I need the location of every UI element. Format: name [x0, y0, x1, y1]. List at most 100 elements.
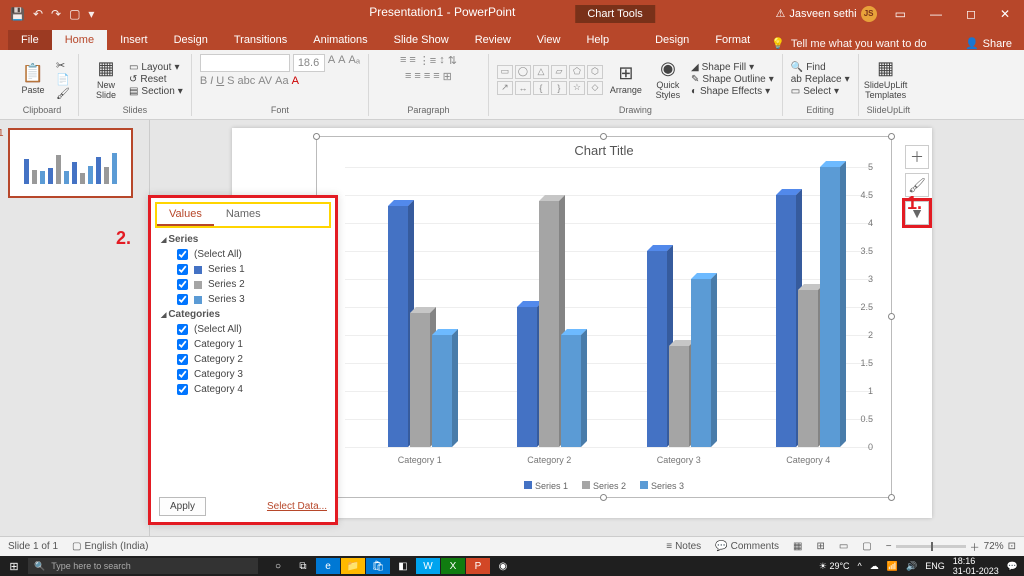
- replace-button[interactable]: ab Replace ▾: [791, 74, 850, 85]
- tab-transitions[interactable]: Transitions: [221, 30, 300, 50]
- filter-tab-values[interactable]: Values: [157, 204, 214, 226]
- group-paragraph-label: Paragraph: [377, 105, 480, 116]
- slide-thumbnails-panel[interactable]: 1: [0, 120, 150, 536]
- user-account[interactable]: ⚠ Jasveen sethi JS: [775, 6, 876, 22]
- tray-wifi[interactable]: 📶: [887, 561, 898, 572]
- task-view[interactable]: ⧉: [291, 558, 315, 574]
- start-slideshow-icon[interactable]: ▢: [69, 7, 80, 21]
- tab-review[interactable]: Review: [462, 30, 524, 50]
- tab-view[interactable]: View: [524, 30, 574, 50]
- tray-chevron[interactable]: ^: [858, 561, 862, 571]
- shapes-gallery[interactable]: ▭◯△▱⬠⬡↗↔{}☆◇: [497, 65, 603, 95]
- slideuplift-button[interactable]: ▦SlideUpLift Templates: [867, 58, 905, 101]
- task-excel[interactable]: X: [441, 558, 465, 574]
- tab-slideshow[interactable]: Slide Show: [381, 30, 462, 50]
- zoom-control[interactable]: − ＋ 72% ⊡: [886, 539, 1016, 554]
- arrange-button[interactable]: ⊞Arrange: [607, 63, 645, 96]
- share-button[interactable]: 👤 Share: [965, 37, 1012, 50]
- quick-styles-button[interactable]: ◉Quick Styles: [649, 58, 687, 101]
- shape-effects-button[interactable]: ◐ Shape Effects ▾: [691, 86, 774, 97]
- task-chrome[interactable]: ◉: [491, 558, 515, 574]
- filter-cat-2[interactable]: Category 2: [151, 352, 335, 367]
- copy-icon[interactable]: 📄: [56, 73, 70, 86]
- filter-select-data-link[interactable]: Select Data...: [267, 501, 327, 512]
- view-reading-icon[interactable]: ▭: [839, 541, 848, 552]
- filter-cat-selectall[interactable]: (Select All): [151, 322, 335, 337]
- tray-sound[interactable]: 🔊: [906, 561, 917, 572]
- chart-plot-area: 00.511.522.533.544.55Category 1Category …: [345, 167, 873, 447]
- tab-file[interactable]: File: [8, 30, 52, 50]
- tab-help[interactable]: Help: [573, 30, 622, 50]
- new-slide-button[interactable]: ▦New Slide: [87, 58, 125, 101]
- format-painter-icon[interactable]: 🖌: [56, 87, 70, 100]
- filter-series-header: Series: [151, 232, 335, 247]
- ribbon-display-icon[interactable]: ▭: [889, 5, 912, 23]
- task-cortana[interactable]: ○: [266, 558, 290, 574]
- qat-dropdown-icon[interactable]: ▾: [88, 7, 94, 21]
- tray-onedrive[interactable]: ☁: [870, 561, 879, 572]
- maximize-icon[interactable]: ◻: [960, 5, 982, 23]
- chart-title[interactable]: Chart Title: [317, 137, 891, 158]
- tab-home[interactable]: Home: [52, 30, 107, 50]
- filter-tab-names[interactable]: Names: [214, 204, 273, 226]
- notes-button[interactable]: ≡ Notes: [666, 541, 701, 552]
- task-app[interactable]: ◧: [391, 558, 415, 574]
- chart-object[interactable]: Chart Title 00.511.522.533.544.55Categor…: [316, 136, 892, 498]
- filter-cat-3[interactable]: Category 3: [151, 367, 335, 382]
- layout-button[interactable]: ▭ Layout ▾: [129, 62, 183, 73]
- filter-categories-header: Categories: [151, 307, 335, 322]
- group-drawing-label: Drawing: [497, 105, 774, 116]
- tab-chart-format[interactable]: Format: [702, 30, 763, 50]
- save-icon[interactable]: 💾: [10, 7, 25, 21]
- filter-cat-1[interactable]: Category 1: [151, 337, 335, 352]
- view-normal-icon[interactable]: ▦: [793, 541, 802, 552]
- paste-button[interactable]: 📋Paste: [14, 63, 52, 96]
- tray-lang[interactable]: ENG: [925, 561, 945, 571]
- task-edge[interactable]: e: [316, 558, 340, 574]
- comments-button[interactable]: 💬 Comments: [715, 541, 779, 552]
- group-editing-label: Editing: [791, 105, 850, 116]
- find-button[interactable]: 🔍 Find: [791, 62, 850, 73]
- filter-cat-4[interactable]: Category 4: [151, 382, 335, 397]
- tell-me-search[interactable]: 💡 Tell me what you want to do: [771, 37, 926, 50]
- filter-series-3[interactable]: Series 3: [151, 292, 335, 307]
- task-store[interactable]: 🛍: [366, 558, 390, 574]
- task-word[interactable]: W: [416, 558, 440, 574]
- filter-series-selectall[interactable]: (Select All): [151, 247, 335, 262]
- filter-apply-button[interactable]: Apply: [159, 497, 206, 516]
- start-button[interactable]: ⊞: [0, 560, 28, 573]
- tab-animations[interactable]: Animations: [300, 30, 380, 50]
- status-bar: Slide 1 of 1 ▢ English (India) ≡ Notes 💬…: [0, 536, 1024, 556]
- task-powerpoint[interactable]: P: [466, 558, 490, 574]
- select-button[interactable]: ▭ Select ▾: [791, 86, 850, 97]
- redo-icon[interactable]: ↷: [51, 7, 61, 21]
- annotation-1: 1.: [907, 193, 922, 214]
- section-button[interactable]: ▤ Section ▾: [129, 86, 183, 97]
- windows-taskbar: ⊞ 🔍 Type here to search ○ ⧉ e 📁 🛍 ◧ W X …: [0, 556, 1024, 576]
- task-explorer[interactable]: 📁: [341, 558, 365, 574]
- view-sorter-icon[interactable]: ⊞: [816, 541, 824, 552]
- tray-clock[interactable]: 18:1631-01-2023: [953, 556, 999, 576]
- tray-notifications[interactable]: 💬: [1007, 561, 1018, 572]
- filter-series-2[interactable]: Series 2: [151, 277, 335, 292]
- chart-legend: Series 1Series 2Series 3: [317, 481, 891, 491]
- weather-widget[interactable]: ☀ 29°C: [819, 561, 850, 572]
- close-icon[interactable]: ✕: [994, 5, 1016, 23]
- tab-design[interactable]: Design: [161, 30, 221, 50]
- slide-thumbnail-1[interactable]: [8, 128, 133, 198]
- tab-insert[interactable]: Insert: [107, 30, 161, 50]
- shape-outline-button[interactable]: ✎ Shape Outline ▾: [691, 74, 774, 85]
- font-family-combo[interactable]: [200, 54, 290, 72]
- shape-fill-button[interactable]: ◢ Shape Fill ▾: [691, 62, 774, 73]
- filter-series-1[interactable]: Series 1: [151, 262, 335, 277]
- language-status[interactable]: ▢ English (India): [72, 541, 148, 552]
- cut-icon[interactable]: ✂: [56, 59, 70, 72]
- tab-chart-design[interactable]: Design: [642, 30, 702, 50]
- taskbar-search[interactable]: 🔍 Type here to search: [28, 558, 258, 574]
- view-slideshow-icon[interactable]: ▢: [862, 541, 871, 552]
- undo-icon[interactable]: ↶: [33, 7, 43, 21]
- chart-elements-icon[interactable]: ＋: [905, 145, 929, 169]
- reset-button[interactable]: ↺ Reset: [129, 74, 183, 85]
- font-size-combo[interactable]: 18.6: [293, 54, 325, 72]
- minimize-icon[interactable]: —: [924, 5, 948, 23]
